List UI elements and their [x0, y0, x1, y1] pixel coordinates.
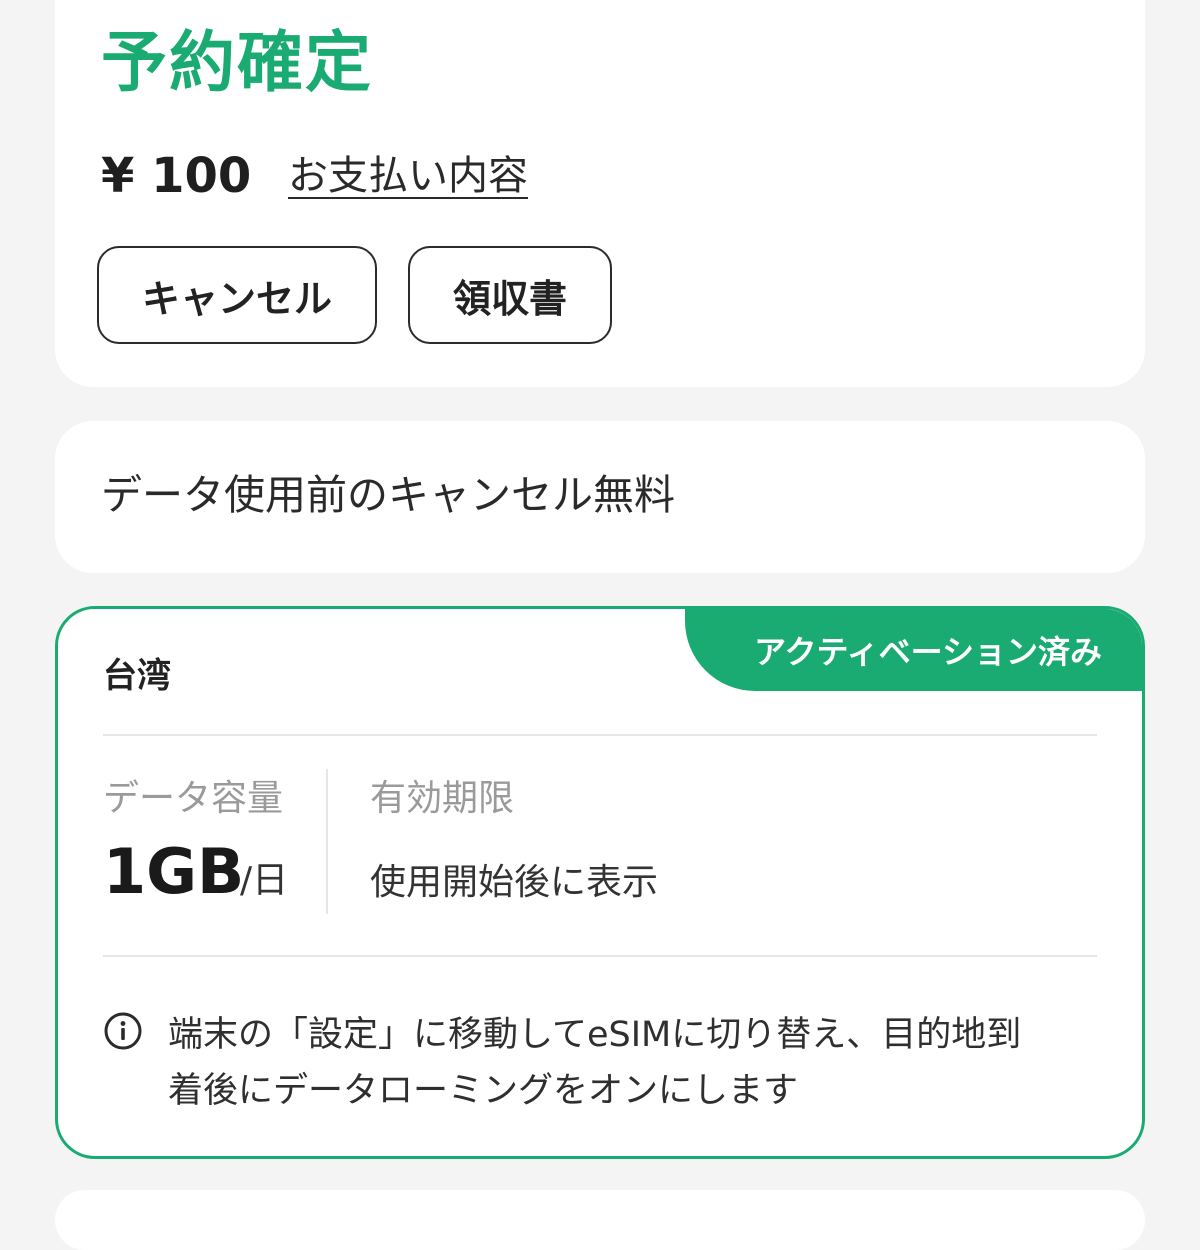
cancel-policy-card: データ使用前のキャンセル無料 — [55, 421, 1145, 573]
data-capacity-unit: /日 — [240, 860, 289, 901]
data-capacity-value: 1GB — [103, 835, 245, 908]
expiry-value: 使用開始後に表示 — [370, 862, 659, 903]
esim-instruction-text: 端末の「設定」に移動してeSIMに切り替え、目的地到 着後にデータローミングをオ… — [168, 1007, 1102, 1119]
expiry-label: 有効期限 — [370, 778, 515, 819]
esim-instruction-line-2: 着後にデータローミングをオンにします — [168, 1071, 799, 1111]
booking-card: 予約確定 ¥ 100 お支払い内容 キャンセル 領収書 — [55, 0, 1145, 387]
receipt-button[interactable]: 領収書 — [408, 246, 612, 344]
divider — [103, 734, 1097, 736]
country-name: 台湾 — [103, 656, 171, 696]
info-icon — [104, 1012, 142, 1050]
vertical-divider — [326, 769, 328, 914]
cancel-policy-text: データ使用前のキャンセル無料 — [101, 471, 675, 519]
esim-card[interactable]: アクティベーション済み 台湾 データ容量 1GB /日 有効期限 使用開始後に表… — [55, 606, 1145, 1159]
payment-details-link[interactable]: お支払い内容 — [288, 156, 528, 196]
next-card-edge — [55, 1190, 1145, 1250]
data-capacity-label: データ容量 — [103, 778, 284, 819]
booking-status-title: 予約確定 — [101, 24, 373, 101]
divider — [103, 955, 1097, 957]
esim-instruction-line-1: 端末の「設定」に移動してeSIMに切り替え、目的地到 — [168, 1015, 1022, 1055]
cancel-button[interactable]: キャンセル — [97, 246, 377, 344]
activation-status-label: アクティベーション済み — [754, 633, 1102, 671]
price-amount: ¥ 100 — [101, 148, 252, 204]
